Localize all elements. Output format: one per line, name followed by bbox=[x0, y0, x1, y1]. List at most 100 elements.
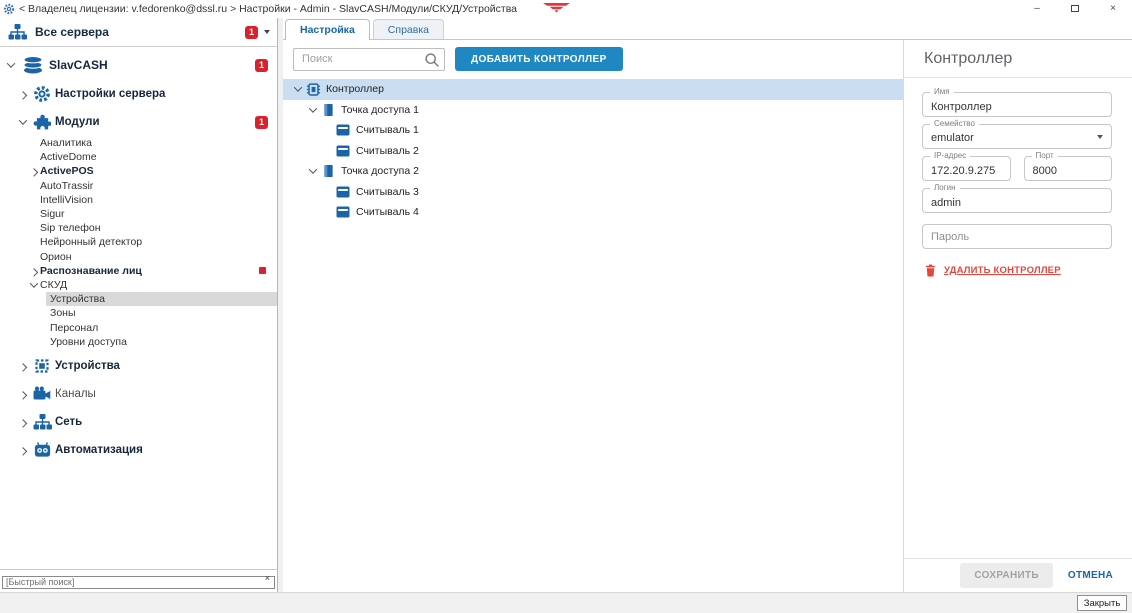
chevron-right-icon[interactable] bbox=[29, 169, 37, 177]
port-field-wrapper: Порт bbox=[1024, 156, 1113, 181]
sidebar-item-slavcash[interactable]: SlavCASH 1 bbox=[0, 50, 277, 80]
sidebar-item-activedome[interactable]: ActiveDome bbox=[0, 150, 277, 164]
magnifier-icon bbox=[424, 52, 440, 73]
chevron-down-icon[interactable] bbox=[6, 59, 14, 67]
tree-item-controller[interactable]: Контроллер bbox=[283, 79, 903, 100]
chevron-down-icon[interactable] bbox=[309, 104, 317, 112]
ip-field[interactable] bbox=[923, 157, 1010, 180]
reader-icon bbox=[335, 124, 351, 136]
reader-icon bbox=[335, 145, 351, 157]
cancel-button[interactable]: ОТМЕНА bbox=[1059, 563, 1122, 588]
chevron-down-icon[interactable] bbox=[29, 279, 37, 287]
toolbar: ДОБАВИТЬ КОНТРОЛЛЕР bbox=[283, 40, 903, 79]
alert-badge: 1 bbox=[245, 26, 258, 39]
chevron-right-icon[interactable] bbox=[18, 447, 26, 455]
app-gear-icon bbox=[3, 3, 15, 15]
sidebar-item-channels[interactable]: Каналы bbox=[0, 380, 277, 408]
search-input[interactable] bbox=[293, 48, 445, 71]
camera-icon bbox=[29, 386, 55, 401]
ip-field-label: IP-адрес bbox=[930, 152, 970, 160]
tree-item-reader-2[interactable]: Считываль 2 bbox=[283, 141, 903, 162]
sidebar-item-activepos[interactable]: ActivePOS bbox=[0, 164, 277, 178]
chevron-down-icon[interactable] bbox=[294, 84, 302, 92]
chevron-right-icon[interactable] bbox=[18, 419, 26, 427]
sidebar-item-automation[interactable]: Автоматизация bbox=[0, 436, 277, 464]
minimize-button[interactable]: – bbox=[1018, 0, 1056, 16]
tree-item-reader-3[interactable]: Считываль 3 bbox=[283, 182, 903, 203]
name-field[interactable] bbox=[923, 93, 1111, 116]
sidebar-item-skud-devices[interactable]: Устройства bbox=[46, 292, 277, 306]
sidebar-item-server-settings[interactable]: Настройки сервера bbox=[0, 80, 277, 108]
login-field-wrapper: Логин bbox=[922, 188, 1112, 213]
main-panel: Настройка Справка ДОБАВИТЬ КОНТРОЛЛЕР bbox=[283, 18, 1132, 592]
sidebar-item-skud[interactable]: СКУД bbox=[0, 278, 277, 292]
sidebar-item-face-recognition[interactable]: Распознавание лиц bbox=[0, 264, 277, 278]
sidebar-item-sigur[interactable]: Sigur bbox=[0, 207, 277, 221]
tab-settings[interactable]: Настройка bbox=[285, 19, 370, 40]
chevron-right-icon[interactable] bbox=[18, 363, 26, 371]
family-field-label: Семейство bbox=[930, 120, 979, 128]
name-field-label: Имя bbox=[930, 88, 954, 96]
chip-icon bbox=[29, 357, 55, 375]
sidebar-item-modules[interactable]: Модули 1 bbox=[0, 108, 277, 136]
port-field[interactable] bbox=[1025, 157, 1112, 180]
login-field[interactable] bbox=[923, 189, 1111, 212]
sidebar-item-intellivision[interactable]: IntelliVision bbox=[0, 193, 277, 207]
dropdown-caret-icon bbox=[1097, 135, 1103, 139]
tab-help[interactable]: Справка bbox=[373, 19, 444, 39]
save-button[interactable]: СОХРАНИТЬ bbox=[960, 563, 1052, 588]
login-field-label: Логин bbox=[930, 184, 960, 192]
reader-icon bbox=[335, 186, 351, 198]
alert-dot bbox=[259, 267, 266, 274]
sidebar-item-neuro-detector[interactable]: Нейронный детектор bbox=[0, 235, 277, 249]
sidebar-item-skud-zones[interactable]: Зоны bbox=[0, 306, 277, 320]
database-icon bbox=[17, 56, 49, 74]
quick-search-input[interactable] bbox=[2, 576, 275, 589]
door-icon bbox=[320, 103, 336, 117]
dropdown-caret-icon[interactable] bbox=[264, 30, 270, 34]
tab-bar: Настройка Справка bbox=[283, 18, 1132, 40]
trassir-logo-icon bbox=[543, 0, 570, 18]
chevron-down-icon[interactable] bbox=[18, 116, 26, 124]
family-select[interactable]: Семейство emulator bbox=[922, 124, 1112, 149]
ip-field-wrapper: IP-адрес bbox=[922, 156, 1011, 181]
sidebar-item-skud-personnel[interactable]: Персонал bbox=[0, 320, 277, 334]
tree-item-access-point-2[interactable]: Точка доступа 2 bbox=[283, 161, 903, 182]
tree-item-reader-1[interactable]: Считываль 1 bbox=[283, 120, 903, 141]
network-icon bbox=[29, 414, 55, 430]
all-servers-selector[interactable]: Все сервера 1 bbox=[0, 18, 277, 47]
sidebar-item-orion[interactable]: Орион bbox=[0, 250, 277, 264]
maximize-button[interactable] bbox=[1056, 0, 1094, 16]
puzzle-icon bbox=[29, 113, 55, 131]
device-tree-pane: ДОБАВИТЬ КОНТРОЛЛЕР Контроллер bbox=[283, 40, 903, 592]
reader-icon bbox=[335, 206, 351, 218]
sidebar-item-sip-phone[interactable]: Sip телефон bbox=[0, 221, 277, 235]
maximize-icon bbox=[1071, 5, 1079, 12]
tree-item-reader-4[interactable]: Считываль 4 bbox=[283, 202, 903, 223]
password-field[interactable] bbox=[923, 225, 1111, 248]
sidebar-item-network[interactable]: Сеть bbox=[0, 408, 277, 436]
close-button[interactable]: Закрыть bbox=[1077, 595, 1127, 611]
sidebar-item-autotrassir[interactable]: AutoTrassir bbox=[0, 179, 277, 193]
gear-icon bbox=[29, 85, 55, 103]
properties-title: Контроллер bbox=[904, 40, 1132, 78]
tree-item-access-point-1[interactable]: Точка доступа 1 bbox=[283, 100, 903, 121]
chevron-down-icon[interactable] bbox=[309, 166, 317, 174]
family-selected-value: emulator bbox=[923, 132, 982, 148]
clear-search-icon[interactable]: × bbox=[265, 573, 270, 584]
controller-tree: Контроллер Точка доступа 1 bbox=[283, 79, 903, 592]
alert-badge: 1 bbox=[255, 116, 268, 129]
controller-icon bbox=[305, 82, 321, 97]
sidebar-item-skud-access-levels[interactable]: Уровни доступа bbox=[0, 335, 277, 349]
network-icon bbox=[8, 24, 27, 40]
quick-search-bar: × bbox=[0, 569, 277, 592]
delete-controller-button[interactable]: УДАЛИТЬ КОНТРОЛЛЕР bbox=[925, 264, 1112, 277]
chevron-right-icon[interactable] bbox=[18, 91, 26, 99]
chevron-right-icon[interactable] bbox=[18, 391, 26, 399]
close-window-button[interactable]: × bbox=[1094, 0, 1132, 16]
add-controller-button[interactable]: ДОБАВИТЬ КОНТРОЛЛЕР bbox=[455, 47, 623, 71]
server-sidebar: Все сервера 1 SlavCASH 1 bbox=[0, 18, 278, 592]
sidebar-item-analytics[interactable]: Аналитика bbox=[0, 136, 277, 150]
chevron-right-icon[interactable] bbox=[29, 268, 37, 276]
sidebar-item-devices[interactable]: Устройства bbox=[0, 352, 277, 380]
